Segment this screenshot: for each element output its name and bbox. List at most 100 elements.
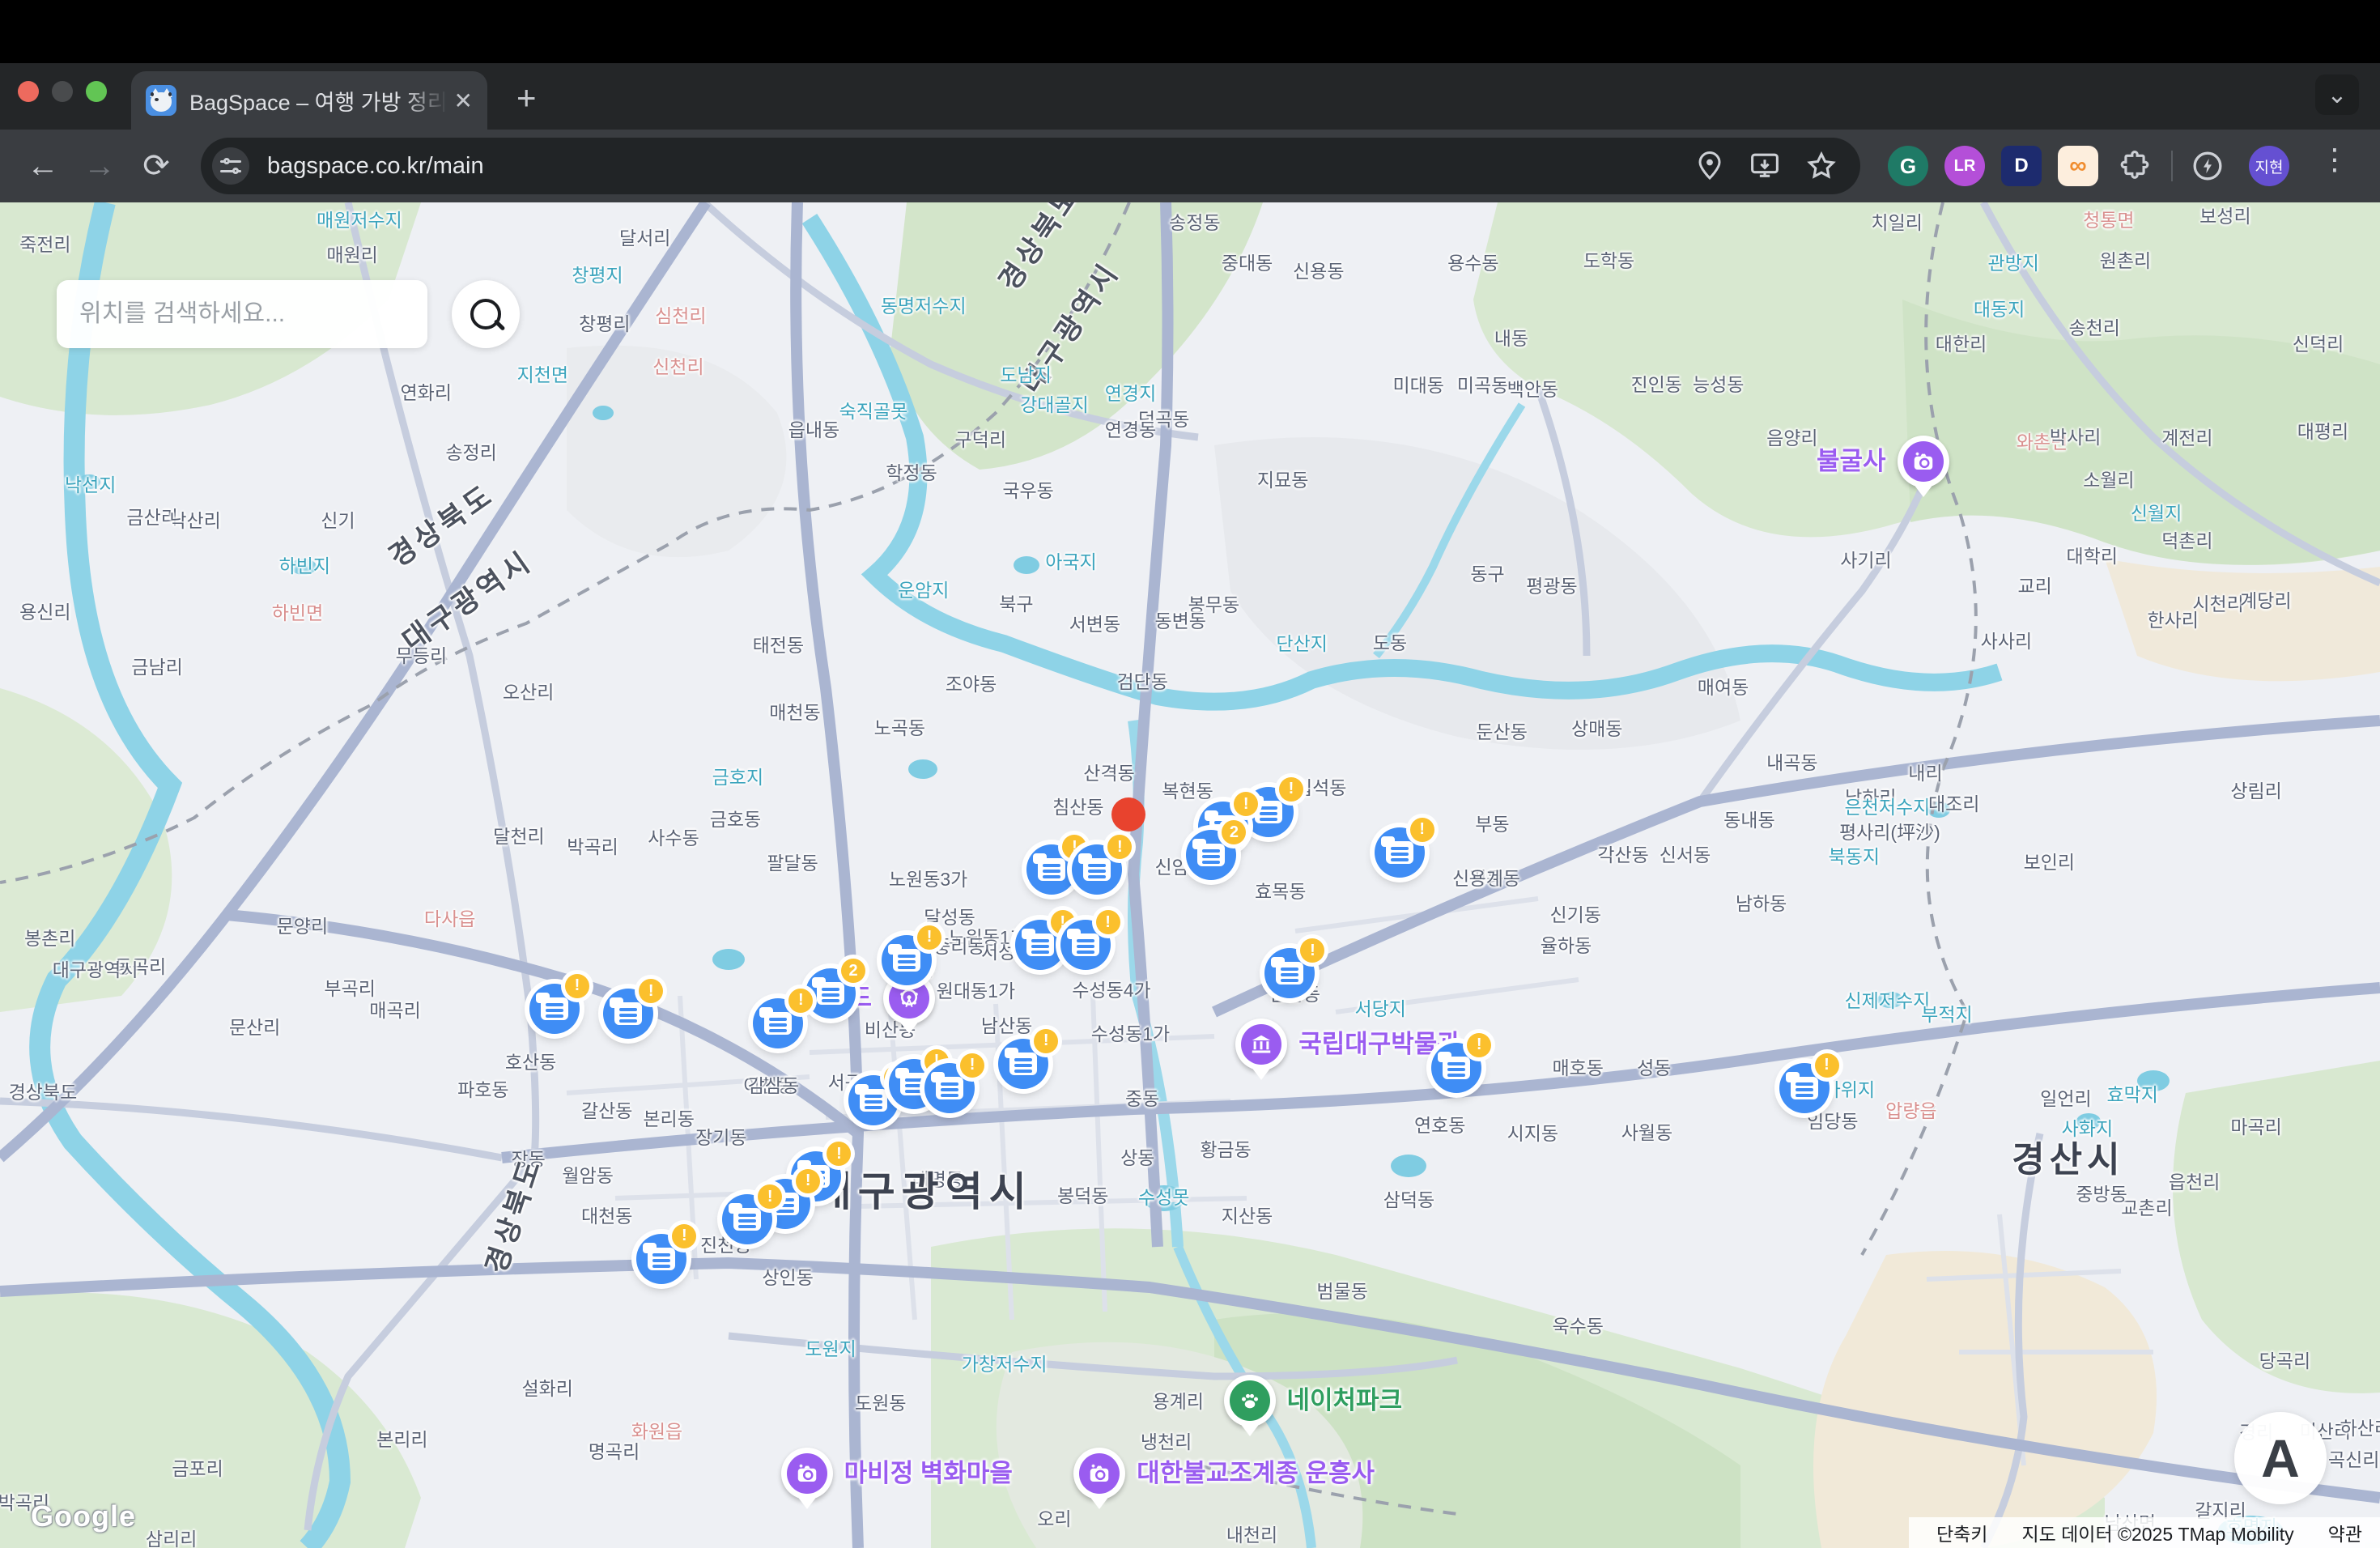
map-label: 마곡리 [2230,1112,2281,1139]
map-label: 팔달동 [767,848,818,875]
map-label: 사기리 [1840,545,1891,572]
zoom-window-button[interactable] [86,81,107,102]
search-input[interactable] [78,300,405,329]
map-label: 매여동 [1698,672,1749,700]
map-label: 죽전리 [19,229,70,257]
map-label: 하산리 [2340,1413,2380,1440]
address-bar[interactable]: bagspace.co.kr/main [201,138,1860,194]
map-label: 한사리 [2147,605,2198,632]
bag-document-icon [1083,858,1111,881]
map-label: 원촌리 [2100,245,2151,273]
bag-marker[interactable]: ! [722,1194,772,1244]
extension-d-icon[interactable]: D [2001,146,2042,186]
bag-marker[interactable]: 2 [1186,830,1236,880]
bag-marker[interactable]: ! [753,998,803,1048]
map-label: 국우동 [1002,475,1053,503]
bag-marker[interactable]: 2 [805,968,856,1019]
back-button[interactable]: ← [18,141,68,191]
map-label: 설화리 [521,1373,572,1401]
bag-marker[interactable]: ! [636,1234,686,1284]
map-label: 매호동 [1552,1053,1603,1080]
bag-marker[interactable]: ! [529,984,580,1034]
bag-marker[interactable]: ! [1779,1063,1830,1113]
map-label: 남산동 [981,1010,1032,1038]
map-label: 송정리 [445,437,496,465]
bag-marker[interactable]: ! [1060,920,1111,970]
reload-button[interactable]: ⟳ [131,141,181,191]
search-button[interactable] [452,280,520,348]
tab-close-icon[interactable]: ✕ [454,87,473,114]
current-location-red-dot [1111,797,1145,831]
map-label: 냉천리 [1141,1427,1192,1454]
marker-badge: ! [917,925,941,950]
extension-lr-icon[interactable]: LR [1944,146,1985,186]
account-avatar-button[interactable]: A [2234,1412,2327,1504]
bag-document-icon [733,1208,761,1231]
shortcut-link[interactable]: 단축키 [1936,1519,1987,1546]
poi-pin-paw[interactable]: 네이처파크 [1224,1375,1276,1427]
performance-bolt-icon[interactable] [2187,146,2228,186]
map-label: 매곡리 [369,995,420,1023]
map-label: 성동 [1637,1053,1671,1080]
poi-pin-camera[interactable]: 마비정 벽화마을 [781,1448,833,1499]
site-settings-icon[interactable] [212,147,249,185]
map-label: 소월리 [2083,465,2134,492]
bag-marker[interactable]: ! [1026,844,1077,895]
bag-marker[interactable]: ! [998,1039,1048,1089]
marker-badge: ! [758,1184,782,1209]
location-search-box[interactable] [57,280,427,348]
tab-search-chevron-icon[interactable]: ⌄ [2315,74,2359,115]
browser-menu-kebab-icon[interactable]: ⋮ [2320,142,2349,176]
map-label: 지묘동 [1257,465,1308,492]
map-label: 삼리리 [146,1524,197,1548]
map-label: 북동지 [1829,841,1880,869]
poi-pin-camera[interactable]: 불굴사 [1898,436,1949,487]
map-label: 무등리 [396,640,447,668]
bag-document-icon [1026,933,1054,956]
poi-pin-museum[interactable]: 국립대구박물관 [1235,1019,1287,1070]
map-label: 강대골지 [1020,389,1089,417]
bag-marker[interactable]: ! [1431,1043,1481,1093]
map-label: 중동 [1125,1083,1159,1111]
map-label: 사수동 [648,823,699,850]
map-label: 가창저수지 [962,1349,1048,1376]
location-pin-icon[interactable] [1695,150,1724,182]
poi-pin-camera[interactable]: 대한불교조계종 운흥사 [1073,1448,1125,1499]
marker-badge: ! [1410,818,1434,842]
profile-avatar[interactable]: 지현 [2249,146,2289,186]
map-label: 금남리 [131,652,182,679]
marker-badge: 2 [841,959,865,983]
map-canvas[interactable]: 매원저수지달서리매원리창평지창평리죽전리동명저수지송정동중대동신용동용수동도학동… [0,202,2380,1548]
marker-badge: 2 [1222,820,1246,844]
map-label: 동명저수지 [881,291,967,318]
url-text[interactable]: bagspace.co.kr/main [267,153,1695,180]
map-label: 중대동 [1222,248,1273,275]
map-label: 호산동 [505,1047,556,1074]
terms-link[interactable]: 약관 [2328,1519,2362,1546]
map-label: 송천리 [2068,313,2119,340]
bag-marker[interactable]: ! [1072,844,1122,895]
bag-marker[interactable]: ! [1015,920,1065,970]
extension-loops-icon[interactable]: ∞ [2058,146,2098,186]
marker-badge: ! [1300,938,1324,963]
bookmark-star-icon[interactable] [1805,150,1838,182]
bag-marker[interactable]: ! [924,1063,975,1113]
install-app-icon[interactable] [1749,150,1781,182]
map-label: 관방지 [1987,248,2038,275]
extension-grammarly-icon[interactable]: G [1888,146,1928,186]
map-label: 갈산동 [581,1095,632,1123]
google-watermark: Google [31,1499,136,1533]
bag-marker[interactable]: ! [603,989,653,1039]
bag-marker[interactable]: ! [882,935,932,985]
map-label: 율하동 [1541,930,1592,958]
new-tab-button[interactable]: + [516,81,537,115]
minimize-window-button[interactable] [52,81,73,102]
bag-marker[interactable]: ! [1264,948,1315,998]
bag-document-icon [1009,1053,1037,1075]
map-label: 원대동1가 [937,976,1015,1003]
extensions-puzzle-icon[interactable] [2114,146,2155,186]
tab-bagspace[interactable]: BagSpace – 여행 가방 정리 도우 ✕ [131,71,487,130]
forward-button[interactable]: → [74,141,125,191]
close-window-button[interactable] [18,81,39,102]
bag-marker[interactable]: ! [1375,827,1425,878]
